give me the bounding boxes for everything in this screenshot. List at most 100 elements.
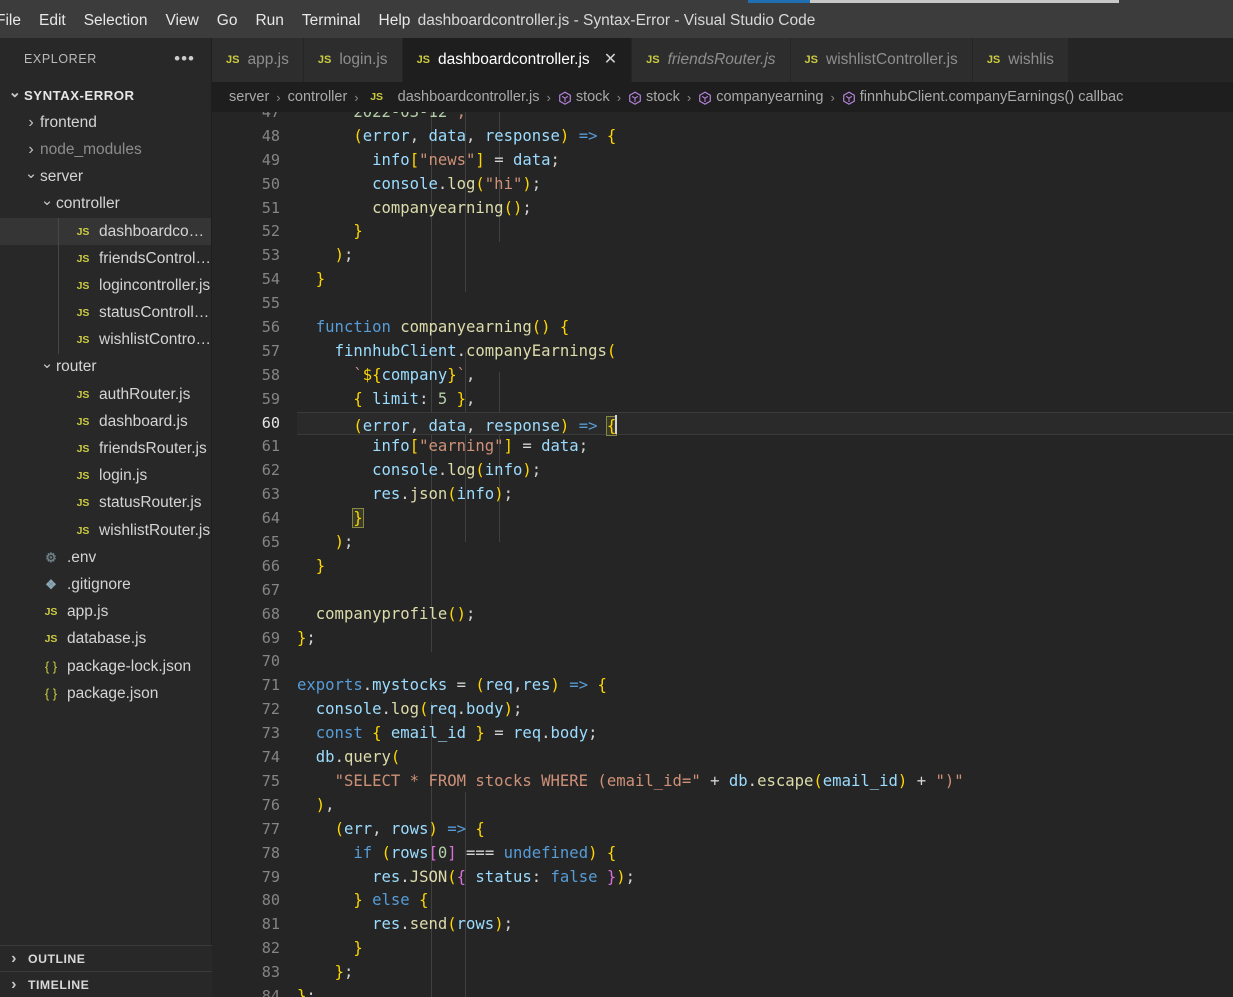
line-text: `${company}`, [353, 365, 476, 384]
line-number: 78 [261, 843, 280, 862]
js-file-icon: JS [76, 470, 90, 483]
line-number: 68 [261, 604, 280, 623]
chevron-down-icon: ⌄ [8, 83, 22, 101]
line-text: console.log("hi"); [372, 174, 542, 193]
tree-item-dashboard-js[interactable]: JS dashboard.js [0, 408, 211, 435]
json-file-icon: { } [44, 659, 58, 675]
tree-item-label: app.js [67, 603, 109, 621]
breadcrumb-item-dashboardcontroller-js[interactable]: JS dashboardcontroller.js [366, 89, 540, 105]
js-file-icon: JS [76, 524, 90, 537]
line-text: }; [297, 986, 316, 997]
tree-item-router[interactable]: ⌄ router [0, 354, 211, 381]
menu-item-file[interactable]: File [0, 3, 30, 38]
line-number: 73 [261, 724, 280, 743]
line-text: } [353, 222, 363, 241]
line-text: info["earning"] = data; [372, 437, 589, 456]
tree-item-database-js[interactable]: JS database.js [0, 626, 211, 653]
js-file-icon: JS [44, 633, 58, 646]
tree-item-wishlistcontroller-js[interactable]: JS wishlistController.js [0, 327, 211, 354]
line-number: 64 [261, 509, 280, 528]
breadcrumb-separator: › [276, 89, 281, 105]
line-number: 48 [261, 126, 280, 145]
line-text: (error, data, response) => { [353, 126, 617, 145]
tree-item-app-js[interactable]: JS app.js [0, 599, 211, 626]
tab-wishlis[interactable]: JS wishlis [972, 38, 1069, 82]
chevron-down-icon: ⌄ [40, 192, 54, 210]
line-text: res.json(info); [372, 485, 513, 504]
menu-item-edit[interactable]: Edit [30, 3, 75, 38]
tab-dashboardcontroller-js[interactable]: JS dashboardcontroller.js ✕ [402, 38, 633, 82]
tree-item-env[interactable]: ⚙ .env [0, 544, 211, 571]
line-text: res.JSON({ status: false }); [372, 867, 636, 886]
breadcrumb-item-server[interactable]: server [229, 89, 269, 105]
tree-item-wishlistrouter-js[interactable]: JS wishlistRouter.js [0, 517, 211, 544]
sidebar-panel-outline[interactable]: › OUTLINE [0, 945, 212, 971]
breadcrumb-item-controller[interactable]: controller [288, 89, 348, 105]
symbol-namespace-icon [842, 91, 855, 105]
js-file-icon: JS [76, 415, 90, 428]
line-number: 56 [261, 318, 280, 337]
menu-item-go[interactable]: Go [208, 3, 247, 38]
line-text: db.query( [315, 748, 401, 767]
tree-item-login-js[interactable]: JS login.js [0, 463, 211, 490]
tree-item-statuscontroller-js[interactable]: JS statusController.js [0, 300, 211, 327]
tree-item-friendscontroller-js[interactable]: JS friendsController.js [0, 245, 211, 272]
tab-label: friendsRouter.js [667, 51, 776, 68]
line-text: exports.mystocks = (req,res) => { [297, 676, 607, 695]
menu-item-view[interactable]: View [156, 3, 207, 38]
tab-login-js[interactable]: JS login.js [303, 38, 403, 82]
tree-item-package-lock-json[interactable]: { } package-lock.json [0, 653, 211, 680]
tab-wishlistcontroller-js[interactable]: JS wishlistController.js [790, 38, 973, 82]
code-editor[interactable]: 47 2022-03-12`, 48 (error, data, response… [212, 112, 1233, 997]
breadcrumb-label: dashboardcontroller.js [397, 89, 540, 105]
line-number: 74 [261, 748, 280, 767]
line-text: companyearning(); [372, 198, 532, 217]
tree-item-label: logincontroller.js [99, 276, 211, 294]
close-icon[interactable]: ✕ [604, 52, 617, 68]
line-number: 53 [261, 246, 280, 265]
tree-item-server[interactable]: ⌄ server [0, 164, 211, 191]
tree-item-authrouter-js[interactable]: JS authRouter.js [0, 381, 211, 408]
chevron-down-icon: ⌄ [40, 355, 54, 373]
menu-item-terminal[interactable]: Terminal [293, 3, 370, 38]
tree-item-label: frontend [40, 113, 97, 131]
tree-root-syntax-error[interactable]: ⌄ SYNTAX-ERROR [0, 82, 211, 109]
line-text: "SELECT * FROM stocks WHERE (email_id=" … [334, 771, 964, 790]
tree-item-dashboardcontroll[interactable]: JS dashboardcontroll... [0, 217, 211, 246]
breadcrumb-item-finnhubclient-companyearnings-callbac[interactable]: finnhubClient.companyEarnings() callbac [842, 89, 1123, 105]
explorer-header: EXPLORER ••• [0, 38, 211, 79]
tree-item-frontend[interactable]: › frontend [0, 109, 211, 136]
tree-item-node-modules[interactable]: › node_modules [0, 136, 211, 163]
line-text: 2022-03-12`, [353, 112, 467, 121]
breadcrumb-item-stock[interactable]: stock [628, 89, 680, 105]
menu-item-run[interactable]: Run [246, 3, 292, 38]
explorer-more-actions-icon[interactable]: ••• [174, 50, 195, 67]
line-text: res.send(rows); [372, 915, 513, 934]
tree-item-gitignore[interactable]: ❖ .gitignore [0, 571, 211, 598]
breadcrumb: server › controller › JS dashboardcontroller.… [212, 82, 1233, 112]
tree-item-friendsrouter-js[interactable]: JS friendsRouter.js [0, 435, 211, 462]
line-text: } [352, 508, 364, 529]
tree-item-controller[interactable]: ⌄ controller [0, 191, 211, 218]
chevron-right-icon: › [28, 113, 34, 131]
tree-item-label: authRouter.js [99, 385, 191, 403]
line-text: }; [334, 963, 354, 982]
js-file-icon: JS [76, 443, 90, 456]
tab-app-js[interactable]: JS app.js [212, 38, 304, 82]
sidebar-panel-timeline[interactable]: › TIMELINE [0, 971, 212, 997]
breadcrumb-item-stock[interactable]: stock [558, 89, 610, 105]
chevron-down-icon: ⌄ [24, 165, 38, 183]
menu-item-help[interactable]: Help [370, 3, 420, 38]
tree-item-label: package-lock.json [67, 657, 192, 675]
menu-item-selection[interactable]: Selection [75, 3, 157, 38]
tree-item-statusrouter-js[interactable]: JS statusRouter.js [0, 490, 211, 517]
tree-item-package-json[interactable]: { } package.json [0, 680, 211, 707]
tree-item-label: .env [67, 548, 97, 566]
line-text: if (rows[0] === undefined) { [353, 843, 617, 862]
tab-friendsrouter-js[interactable]: JS friendsRouter.js [632, 38, 791, 82]
js-file-icon: JS [76, 334, 90, 347]
line-number: 82 [261, 939, 280, 958]
tree-item-logincontroller-js[interactable]: JS logincontroller.js [0, 272, 211, 299]
breadcrumb-item-companyearning[interactable]: companyearning [698, 89, 823, 105]
breadcrumb-separator: › [354, 89, 359, 105]
